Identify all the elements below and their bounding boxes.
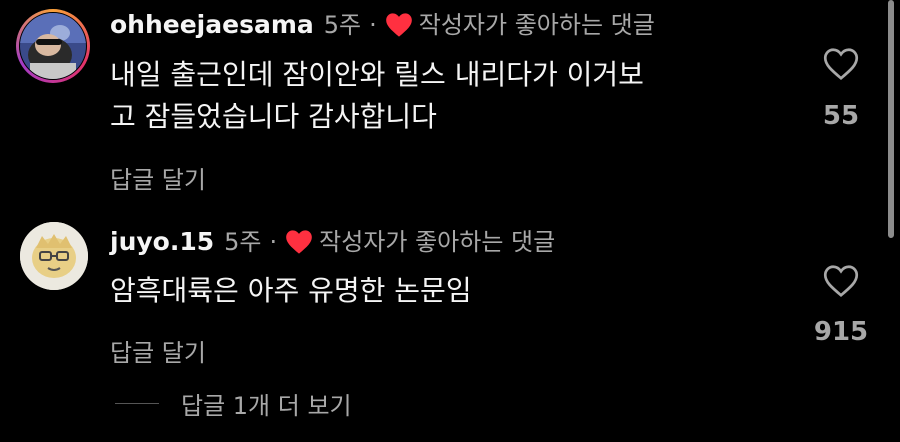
reply-button[interactable]: 답글 달기 [110,160,206,195]
liked-by-author-label: 작성자가 좋아하는 댓글 [418,11,655,39]
view-more-replies-label: 답글 1개 더 보기 [181,392,352,420]
avatar-story-ring[interactable] [16,9,90,83]
avatar-image [20,222,88,290]
heart-filled-icon [286,230,312,254]
avatar-image [20,13,86,79]
replies-divider-line [115,403,159,404]
separator-dot: · [269,228,278,256]
scrollbar[interactable] [888,0,894,238]
view-more-replies-button[interactable]: 답글 1개 더 보기 [115,386,352,421]
comment-header: ohheejaesama 5주 · 작성자가 좋아하는 댓글 [110,10,655,40]
username[interactable]: juyo.15 [110,227,214,257]
comment-text-line: 고 잠들었습니다 감사합니다 [110,100,437,133]
like-count: 55 [822,101,860,131]
comment-item: ohheejaesama 5주 · 작성자가 좋아하는 댓글 내일 출근인데 잠… [0,0,884,200]
comment-item: juyo.15 5주 · 작성자가 좋아하는 댓글 암흑대륙은 아주 유명한 논… [0,210,884,442]
comment-text: 내일 출근인데 잠이안와 릴스 내리다가 이거보 고 잠들었습니다 감사합니다 [110,54,644,138]
reply-button[interactable]: 답글 달기 [110,333,206,368]
avatar[interactable] [20,13,86,79]
like-count: 915 [813,317,869,347]
heart-outline-icon[interactable] [823,264,859,298]
comment-header: juyo.15 5주 · 작성자가 좋아하는 댓글 [110,227,555,257]
time-ago: 5주 [224,228,262,256]
time-ago: 5주 [323,11,362,39]
heart-filled-icon [385,13,412,37]
comment-text-line: 내일 출근인데 잠이안와 릴스 내리다가 이거보 [110,58,644,91]
username[interactable]: ohheejaesama [110,10,314,40]
liked-by-author-label: 작성자가 좋아하는 댓글 [319,228,556,256]
separator-dot: · [369,11,377,39]
comment-text-line: 암흑대륙은 아주 유명한 논문임 [110,274,472,307]
comment-text: 암흑대륙은 아주 유명한 논문임 [110,270,472,312]
heart-outline-icon[interactable] [823,47,859,81]
avatar[interactable] [20,222,88,290]
